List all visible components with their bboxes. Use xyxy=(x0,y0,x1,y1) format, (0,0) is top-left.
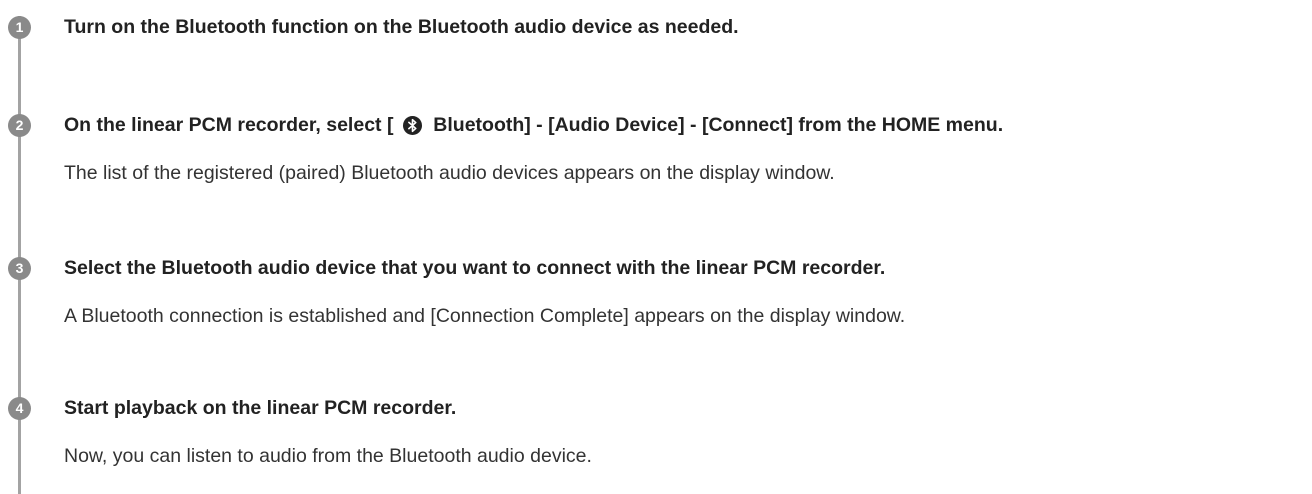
step-description: A Bluetooth connection is established an… xyxy=(64,305,906,327)
step-number-badge: 1 xyxy=(8,16,31,39)
step-title: Select the Bluetooth audio device that y… xyxy=(64,257,886,279)
step-number-badge: 3 xyxy=(8,257,31,280)
step-title-prefix: On the linear PCM recorder, select [ xyxy=(64,114,394,136)
step-description: Now, you can listen to audio from the Bl… xyxy=(64,445,592,467)
step-title: Start playback on the linear PCM recorde… xyxy=(64,397,457,419)
step-title: On the linear PCM recorder, select [ Blu… xyxy=(64,114,1003,137)
step-number-badge: 2 xyxy=(8,114,31,137)
step-number-badge: 4 xyxy=(8,397,31,420)
bluetooth-icon xyxy=(402,114,422,137)
step-description: The list of the registered (paired) Blue… xyxy=(64,162,835,184)
step-title: Turn on the Bluetooth function on the Bl… xyxy=(64,16,739,38)
step-timeline-line xyxy=(18,16,21,494)
step-title-suffix: Bluetooth] - [Audio Device] - [Connect] … xyxy=(433,114,1004,136)
